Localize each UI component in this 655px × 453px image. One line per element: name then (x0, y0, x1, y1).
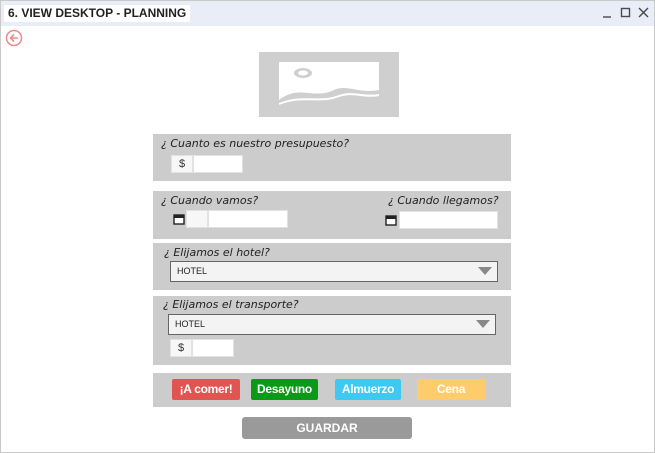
hotel-select[interactable]: HOTEL (170, 261, 498, 282)
dropdown-caret-icon (478, 267, 492, 275)
title-bar: 6. VIEW DESKTOP - PLANNING (1, 1, 654, 26)
dates-panel: ¿ Cuando vamos? ¿ Cuando llegamos? (153, 191, 511, 239)
transport-select[interactable]: HOTEL (168, 314, 496, 335)
transport-selected-value: HOTEL (175, 319, 206, 329)
budget-panel: ¿ Cuanto es nuestro presupuesto? $ (153, 134, 511, 181)
back-arrow-icon[interactable] (5, 29, 23, 47)
departure-date-label: ¿ Cuando vamos? (161, 194, 259, 207)
dropdown-caret-icon (476, 320, 490, 328)
budget-input[interactable] (193, 155, 243, 173)
lunch-button[interactable]: Almuerzo (335, 379, 401, 400)
arrival-date-input[interactable] (399, 211, 498, 229)
close-icon[interactable] (635, 4, 653, 22)
dinner-button[interactable]: Cena (417, 379, 485, 400)
meals-panel: ¡A comer! Desayuno Almuerzo Cena (153, 373, 511, 407)
minimize-icon[interactable] (599, 4, 617, 22)
transport-question: ¿ Elijamos el transporte? (163, 298, 299, 311)
hotel-selected-value: HOTEL (177, 266, 208, 276)
calendar-icon[interactable] (173, 213, 185, 225)
window-title: 6. VIEW DESKTOP - PLANNING (4, 5, 191, 22)
eat-button[interactable]: ¡A comer! (172, 379, 240, 400)
budget-currency: $ (171, 155, 193, 173)
app-window: 6. VIEW DESKTOP - PLANNING ¿ Cuanto es n… (0, 0, 655, 453)
maximize-icon[interactable] (617, 4, 635, 22)
hotel-question: ¿ Elijamos el hotel? (164, 246, 270, 259)
budget-question: ¿ Cuanto es nuestro presupuesto? (161, 137, 350, 150)
image-placeholder-icon (278, 62, 380, 108)
transport-currency: $ (170, 339, 192, 357)
breakfast-button[interactable]: Desayuno (251, 379, 318, 400)
departure-date-prefix (186, 210, 208, 228)
transport-panel: ¿ Elijamos el transporte? HOTEL $ (153, 296, 511, 365)
save-button[interactable]: GUARDAR (242, 417, 412, 439)
image-placeholder (259, 52, 399, 117)
departure-date-input[interactable] (208, 210, 288, 228)
transport-cost-input[interactable] (192, 339, 234, 357)
arrival-date-label: ¿ Cuando llegamos? (388, 194, 499, 207)
calendar-icon[interactable] (385, 214, 397, 226)
hotel-panel: ¿ Elijamos el hotel? HOTEL (153, 243, 511, 290)
